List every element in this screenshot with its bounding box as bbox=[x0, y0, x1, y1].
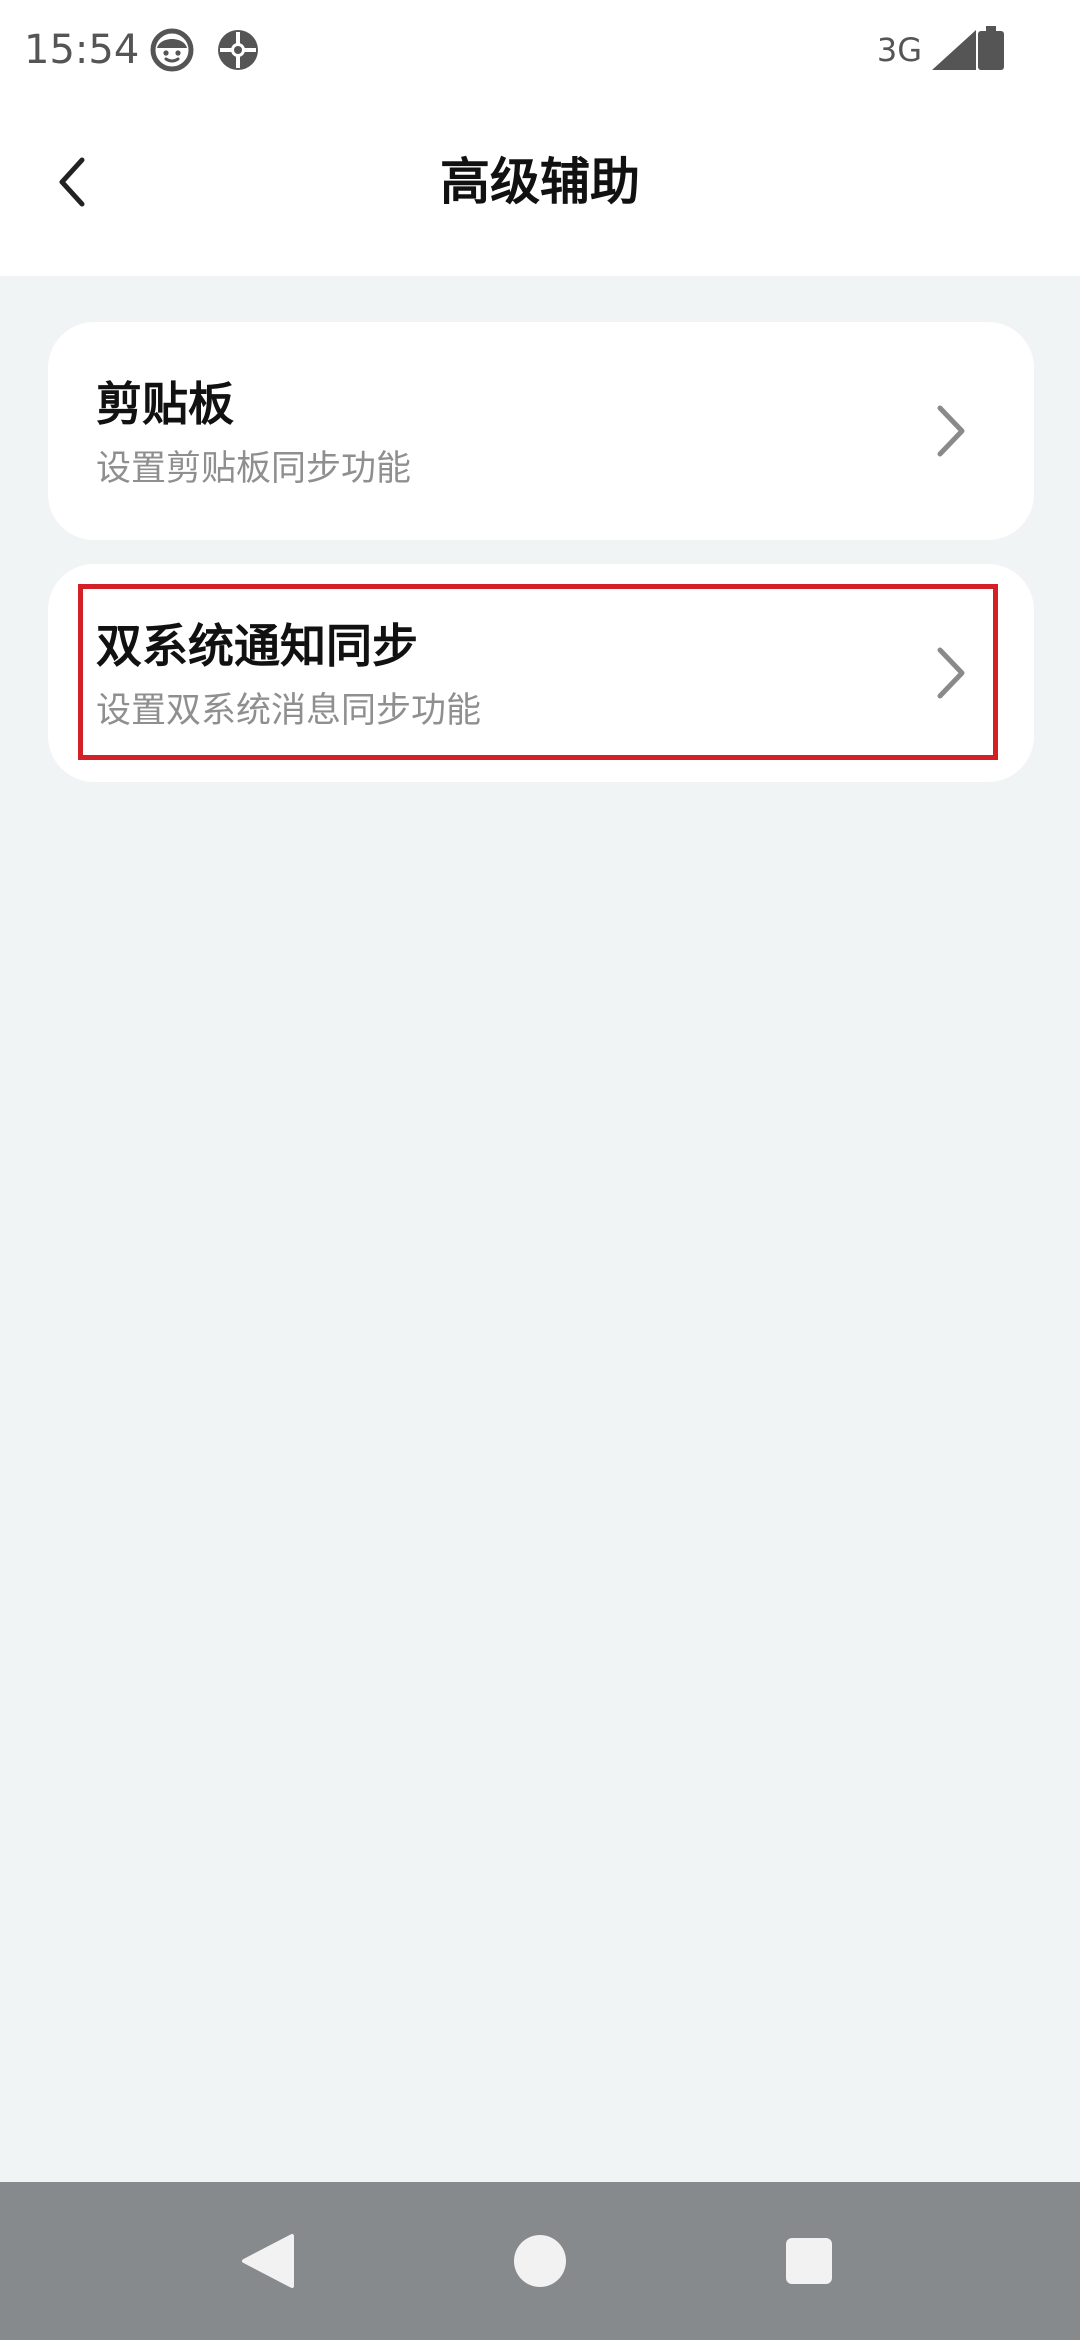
item-title: 剪贴板 bbox=[96, 377, 234, 431]
navigation-bar bbox=[0, 2182, 1080, 2340]
item-title: 双系统通知同步 bbox=[96, 619, 418, 673]
status-bar: 15:54 3G bbox=[0, 0, 1080, 100]
item-subtitle: 设置双系统消息同步功能 bbox=[96, 691, 482, 731]
chevron-right-icon bbox=[937, 647, 965, 699]
list-item-dual-system-sync[interactable]: 双系统通知同步 设置双系统消息同步功能 bbox=[48, 564, 1034, 782]
face-notification-icon bbox=[150, 28, 194, 72]
status-time: 15:54 bbox=[24, 27, 140, 73]
header: 高级辅助 bbox=[0, 100, 1080, 276]
ball-notification-icon bbox=[218, 30, 258, 70]
network-type: 3G bbox=[876, 31, 922, 69]
chevron-right-icon bbox=[937, 405, 965, 457]
list-item-clipboard[interactable]: 剪贴板 设置剪贴板同步功能 bbox=[48, 322, 1034, 540]
nav-home-icon[interactable] bbox=[501, 2222, 579, 2300]
signal-icon bbox=[932, 30, 976, 70]
nav-recent-icon[interactable] bbox=[770, 2222, 848, 2300]
battery-icon bbox=[978, 26, 1004, 70]
page-title: 高级辅助 bbox=[440, 153, 640, 211]
nav-back-icon[interactable] bbox=[230, 2222, 308, 2300]
item-subtitle: 设置剪贴板同步功能 bbox=[96, 449, 412, 489]
